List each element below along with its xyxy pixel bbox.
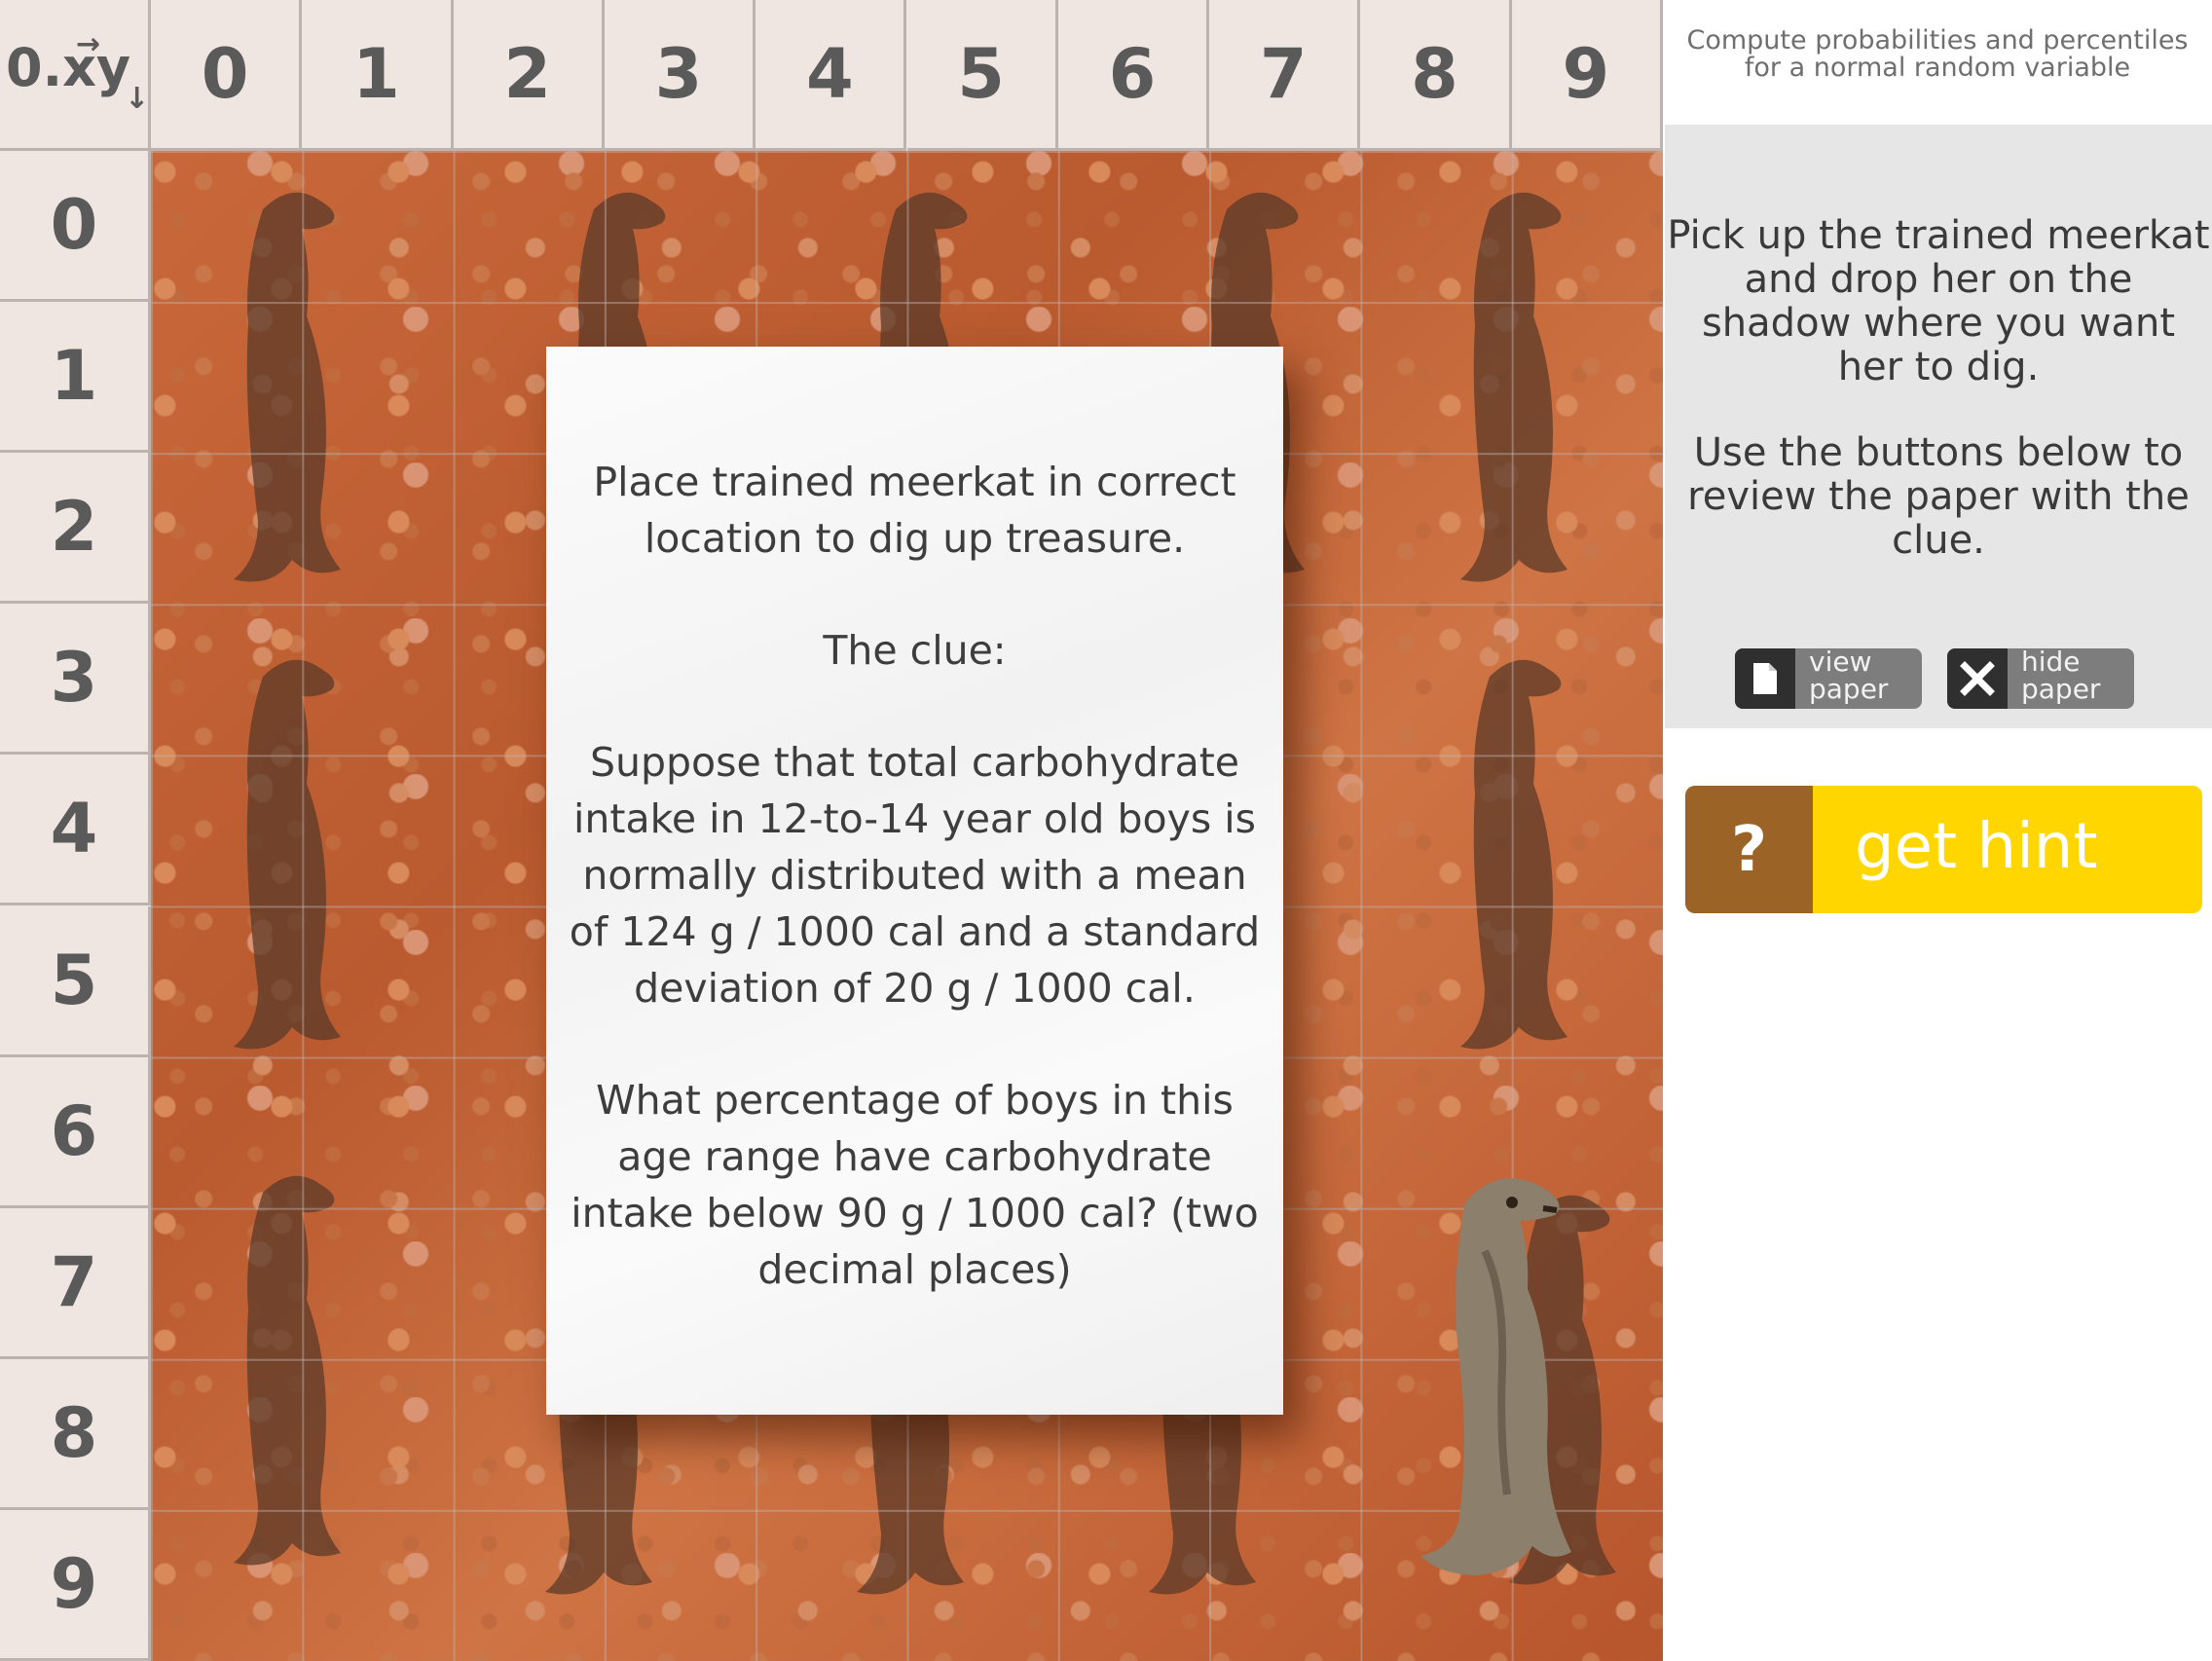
row-header: 3 xyxy=(0,604,151,756)
corner-decimal-label: 0.xy xyxy=(6,37,131,98)
column-header: 8 xyxy=(1360,0,1512,151)
row-header: 7 xyxy=(0,1207,151,1359)
row-header: 6 xyxy=(0,1056,151,1208)
hide-paper-button[interactable]: hide paper xyxy=(1947,648,2134,709)
paper-question: What percentage of boys in this age rang… xyxy=(571,1077,1259,1293)
y-arrow-icon: ↓ xyxy=(125,82,150,116)
row-header: 8 xyxy=(0,1358,151,1510)
column-header: 7 xyxy=(1209,0,1361,151)
meerkat-shadow[interactable] xyxy=(170,647,394,1076)
column-header: 6 xyxy=(1057,0,1210,151)
close-icon xyxy=(1947,648,2008,709)
column-header: 5 xyxy=(906,0,1058,151)
trained-meerkat-draggable[interactable] xyxy=(1397,1163,1602,1611)
question-mark-icon: ? xyxy=(1685,786,1813,913)
document-icon xyxy=(1735,648,1795,709)
activity-subtitle: Compute probabilities and percentiles fo… xyxy=(1686,25,2189,83)
row-header: 0 xyxy=(0,151,151,303)
get-hint-label: get hint xyxy=(1855,811,2098,883)
paper-intro: Place trained meerkat in correct locatio… xyxy=(593,459,1236,562)
meerkat-shadow[interactable] xyxy=(1397,647,1621,1076)
paper-clue-heading: The clue: xyxy=(823,627,1007,674)
x-arrow-icon: → xyxy=(76,27,101,61)
column-header: 4 xyxy=(756,0,907,151)
view-paper-button[interactable]: view paper xyxy=(1735,648,1922,709)
instructions-panel: Pick up the trained meerkat and drop her… xyxy=(1665,125,2212,728)
row-header: 1 xyxy=(0,302,151,454)
grid-corner-label: 0.xy → ↓ xyxy=(0,0,151,151)
instruction-review: Use the buttons below to review the pape… xyxy=(1687,430,2190,563)
game-board: 0.xy → ↓ 0 1 2 3 4 5 6 7 8 9 0 1 2 3 4 5… xyxy=(0,0,1663,1661)
meerkat-shadow[interactable] xyxy=(170,180,394,609)
meerkat-shadow[interactable] xyxy=(1397,180,1621,609)
paper-clue-body: Suppose that total carbohydrate intake i… xyxy=(569,739,1261,1012)
hide-paper-label: hide paper xyxy=(2021,646,2101,705)
column-header: 0 xyxy=(151,0,303,151)
instruction-drag: Pick up the trained meerkat and drop her… xyxy=(1667,213,2210,389)
row-header: 4 xyxy=(0,755,151,906)
meerkat-shadow[interactable] xyxy=(170,1163,394,1592)
view-paper-label: view paper xyxy=(1809,646,1889,705)
row-header: 2 xyxy=(0,453,151,605)
column-header: 2 xyxy=(453,0,605,151)
row-header: 5 xyxy=(0,905,151,1057)
column-header: 3 xyxy=(604,0,756,151)
clue-paper: Place trained meerkat in correct locatio… xyxy=(546,347,1283,1415)
row-header: 9 xyxy=(0,1509,151,1661)
column-header: 1 xyxy=(302,0,454,151)
instructions-text: Pick up the trained meerkat and drop her… xyxy=(1665,214,2212,605)
get-hint-button[interactable]: ? get hint xyxy=(1685,786,2202,913)
column-header: 9 xyxy=(1511,0,1663,151)
